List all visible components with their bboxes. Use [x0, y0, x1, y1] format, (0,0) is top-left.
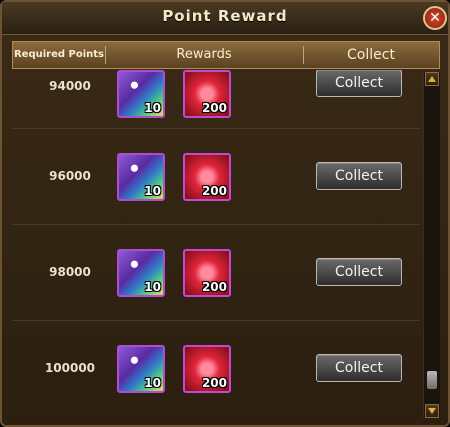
crystal-reward-icon[interactable]: 10 [117, 70, 165, 118]
reward-list: 94000 10 200 Collect 96000 10 200 Collec… [12, 70, 420, 416]
collect-button[interactable]: Collect [316, 70, 402, 97]
reward-quantity: 200 [201, 184, 227, 198]
header-collect: Collect [347, 47, 395, 63]
crystal-reward-icon[interactable]: 10 [117, 153, 165, 201]
collect-button[interactable]: Collect [316, 162, 402, 190]
reward-quantity: 10 [144, 184, 161, 198]
close-icon[interactable]: ✕ [423, 6, 447, 30]
scroll-up-arrow-icon[interactable] [425, 72, 439, 86]
scrollbar[interactable] [423, 72, 440, 418]
required-points: 98000 [49, 265, 91, 279]
list-item: 98000 10 200 Collect [12, 227, 420, 323]
required-points: 100000 [44, 361, 96, 375]
list-item: 96000 10 200 Collect [12, 131, 420, 227]
star-reward-icon[interactable]: 200 [183, 249, 231, 297]
window-title: Point Reward [162, 7, 288, 25]
required-points: 94000 [49, 79, 91, 93]
reward-quantity: 200 [201, 280, 227, 294]
reward-quantity: 200 [201, 101, 227, 115]
star-reward-icon[interactable]: 200 [183, 345, 231, 393]
header-rewards: Rewards [176, 47, 232, 62]
list-item: 100000 10 200 Collect [12, 323, 420, 416]
reward-quantity: 10 [144, 280, 161, 294]
collect-button[interactable]: Collect [316, 354, 402, 382]
reward-quantity: 10 [144, 376, 161, 390]
star-reward-icon[interactable]: 200 [183, 153, 231, 201]
crystal-reward-icon[interactable]: 10 [117, 249, 165, 297]
table-header: Required Points Rewards Collect [12, 41, 440, 69]
point-reward-window: Point Reward ✕ Required Points Rewards C… [0, 0, 450, 427]
scrollbar-thumb[interactable] [427, 371, 437, 390]
star-reward-icon[interactable]: 200 [183, 70, 231, 118]
row-divider [12, 320, 420, 321]
list-item: 94000 10 200 Collect [12, 70, 420, 131]
title-bar: Point Reward ✕ [2, 2, 448, 35]
required-points: 96000 [49, 169, 91, 183]
crystal-reward-icon[interactable]: 10 [117, 345, 165, 393]
header-required-points: Required Points [13, 49, 105, 60]
row-divider [12, 224, 420, 225]
scroll-down-arrow-icon[interactable] [425, 404, 439, 418]
reward-quantity: 200 [201, 376, 227, 390]
row-divider [12, 128, 420, 129]
collect-button[interactable]: Collect [316, 258, 402, 286]
reward-quantity: 10 [144, 101, 161, 115]
